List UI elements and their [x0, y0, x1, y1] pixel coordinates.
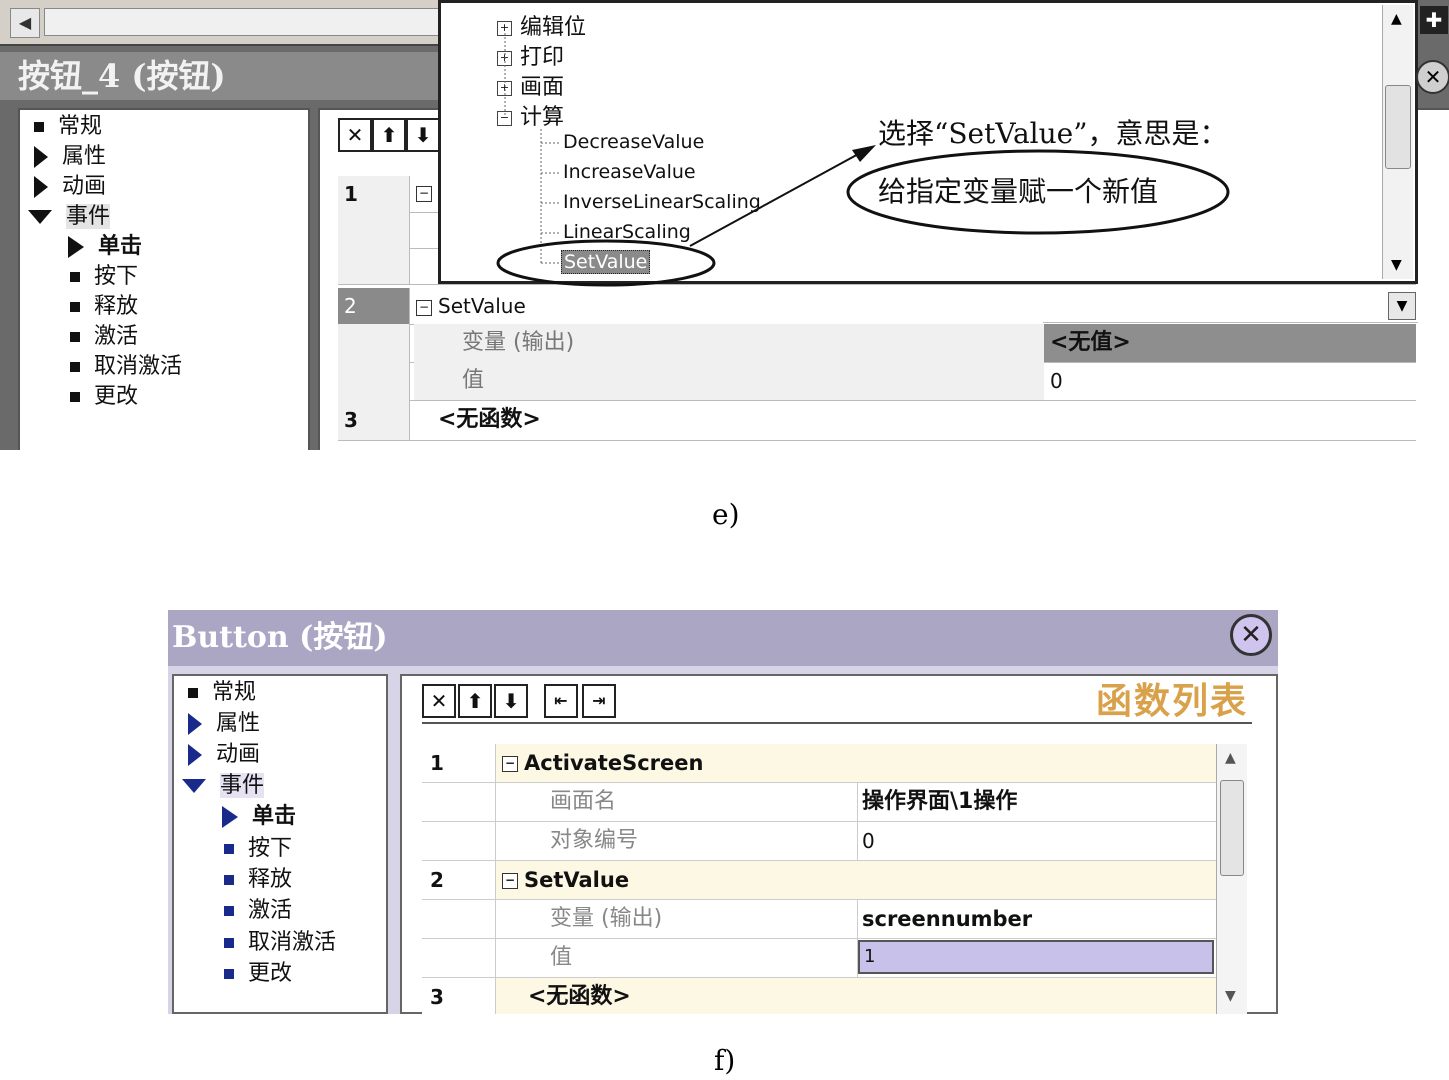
vertical-scrollbar[interactable]: ▲ ▼ [1216, 744, 1247, 1014]
table-row[interactable]: 3 <无函数> [422, 978, 1216, 1014]
function-list-heading: 函数列表 [1095, 681, 1248, 722]
bullet-icon [224, 969, 234, 979]
annotation-text-1: 选择“SetValue”，意思是： [878, 117, 1228, 150]
row-number-empty [422, 822, 496, 860]
collapse-icon[interactable]: − [502, 756, 518, 772]
nav-item-change[interactable]: 更改 [224, 959, 292, 989]
nav-item-deactivate[interactable]: 取消激活 [224, 928, 336, 958]
nav-item-events[interactable]: 事件 [182, 771, 265, 801]
table-row[interactable]: 2 − SetValue [422, 861, 1216, 900]
expand-arrow-icon[interactable] [188, 744, 202, 766]
parameter-name: 画面名 [498, 783, 858, 821]
function-name[interactable]: − SetValue [502, 861, 629, 899]
table-row[interactable]: 画面名 操作界面\1操作 [422, 783, 1216, 822]
row-number: 2 [422, 861, 496, 899]
nav-item-animations[interactable]: 动画 [188, 740, 260, 770]
scroll-up-icon[interactable]: ▲ [1225, 750, 1236, 766]
dialog-title: Button (按钮) [168, 610, 1278, 666]
indent-icon[interactable]: ⇥ [582, 684, 616, 718]
row-number-empty [422, 783, 496, 821]
panel-f-screenshot: Button (按钮) ✕ 常规 属性 动画 事件 单击 按下 释放 激活 取消… [168, 610, 1278, 1014]
figure-caption-e: e) [712, 498, 740, 531]
nav-item-general[interactable]: 常规 [188, 678, 256, 708]
scroll-thumb[interactable] [1220, 780, 1244, 876]
annotation-text-2: 给指定变量赋一个新值 [878, 175, 1159, 208]
function-name[interactable]: − ActivateScreen [502, 744, 703, 782]
category-nav: 常规 属性 动画 事件 单击 按下 释放 激活 取消激活 更改 [172, 674, 388, 1014]
annotation-overlay [496, 145, 1230, 287]
close-icon[interactable]: ✕ [1416, 60, 1449, 94]
parameter-value[interactable]: screennumber [862, 900, 1032, 938]
pin-icon[interactable]: ✚ [1420, 6, 1448, 34]
nav-item-release[interactable]: 释放 [224, 865, 292, 895]
move-down-icon[interactable]: ⬇ [494, 684, 528, 718]
parameter-name: 对象编号 [498, 822, 858, 860]
value-input-active[interactable]: 1 [858, 940, 1214, 974]
bullet-icon [224, 844, 234, 854]
row-number-empty [422, 900, 496, 938]
table-row[interactable]: 变量 (输出) screennumber [422, 900, 1216, 939]
scroll-down-icon[interactable]: ▼ [1225, 988, 1236, 1004]
parameter-value[interactable]: 操作界面\1操作 [862, 783, 1017, 821]
nav-item-properties[interactable]: 属性 [188, 709, 260, 739]
close-icon[interactable]: ✕ [1230, 614, 1272, 656]
nav-item-click[interactable]: 单击 [222, 802, 296, 832]
nav-item-press[interactable]: 按下 [224, 834, 292, 864]
selected-arrow-icon [222, 806, 238, 828]
bullet-icon [224, 938, 234, 948]
bullet-icon [224, 906, 234, 916]
bullet-icon [224, 875, 234, 885]
move-up-icon[interactable]: ⬆ [458, 684, 492, 718]
table-row[interactable]: 1 − ActivateScreen [422, 744, 1216, 783]
expand-arrow-icon[interactable] [188, 713, 202, 735]
delete-icon[interactable]: ✕ [422, 684, 456, 718]
table-row[interactable]: 对象编号 0 [422, 822, 1216, 861]
row-number: 3 [422, 978, 496, 1014]
parameter-name: 变量 (输出) [498, 900, 858, 938]
row-number-empty [422, 939, 496, 977]
parameter-name: 值 [498, 939, 858, 977]
figure-caption-f: f) [714, 1044, 736, 1077]
nav-item-activate[interactable]: 激活 [224, 896, 292, 926]
table-row[interactable]: 值 1 [422, 939, 1216, 978]
row-number: 1 [422, 744, 496, 782]
parameter-value[interactable]: 0 [862, 822, 875, 860]
collapse-arrow-icon[interactable] [182, 779, 206, 793]
panel-e-screenshot: ◀ 按钮_4 (按钮) 常规 属性 动画 事件 单击 按下 释放 激活 取消激活… [0, 0, 1449, 450]
outdent-icon[interactable]: ⇤ [544, 684, 578, 718]
function-name[interactable]: <无函数> [528, 978, 631, 1014]
bullet-icon [188, 688, 198, 698]
collapse-icon[interactable]: − [502, 873, 518, 889]
